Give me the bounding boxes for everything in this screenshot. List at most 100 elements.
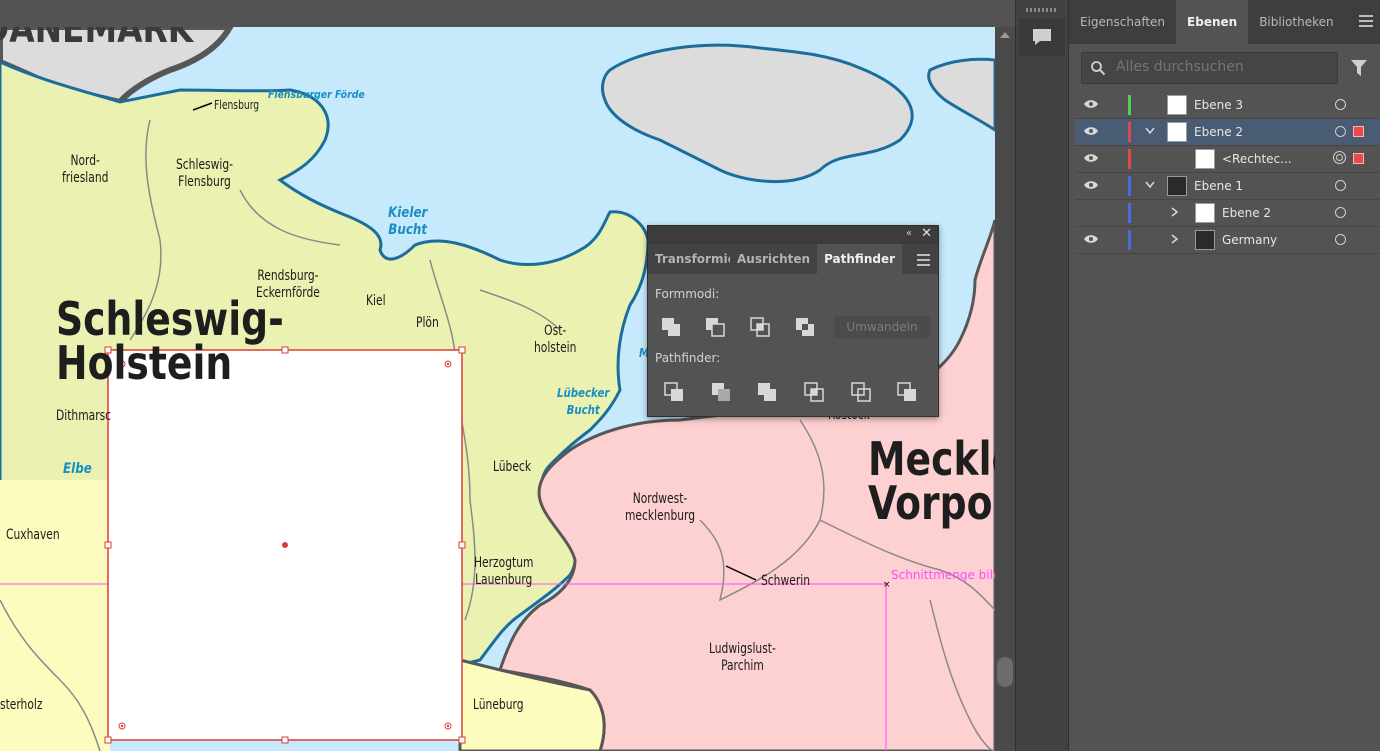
tab-ebenen[interactable]: Ebenen (1176, 0, 1249, 44)
eye-icon[interactable] (1083, 99, 1099, 109)
layer-name[interactable]: Ebene 2 (1194, 125, 1243, 139)
map-label-elbe: Elbe (63, 461, 92, 477)
target-double-circle-icon[interactable] (1333, 151, 1346, 164)
map-label-ostholstein: Ost- holstein (534, 323, 577, 356)
target-circle-icon[interactable] (1335, 234, 1346, 245)
rectangle-center-point (282, 542, 288, 548)
eye-icon[interactable] (1083, 126, 1099, 136)
panel-menu-icon[interactable] (1359, 15, 1373, 30)
divide-icon[interactable] (663, 381, 685, 403)
target-circle-icon[interactable] (1335, 126, 1346, 137)
layer-row[interactable]: <Rechtec... (1075, 146, 1380, 173)
layer-list: Ebene 3 Ebene 2 <Rechtec... Ebene 1 Eben… (1075, 92, 1380, 254)
convert-button[interactable]: Umwandeln (834, 316, 930, 338)
layer-search[interactable] (1081, 52, 1338, 84)
close-icon[interactable]: ✕ (921, 226, 932, 241)
map-label-kieler-bucht: Kieler Bucht (388, 205, 428, 238)
tab-transformieren[interactable]: Transformie (648, 244, 730, 274)
layer-thumbnail (1195, 149, 1215, 169)
minus-back-icon[interactable] (896, 381, 918, 403)
target-circle-icon[interactable] (1335, 180, 1346, 191)
map-label-osterholz: sterholz (0, 697, 43, 713)
strip-grip-icon[interactable] (1026, 8, 1058, 12)
map-label-nordwest: Nordwest- mecklenburg (625, 491, 696, 524)
layer-color-bar (1128, 122, 1131, 142)
map-label-cuxhaven: Cuxhaven (6, 527, 60, 543)
layer-name[interactable]: Ebene 1 (1194, 179, 1243, 193)
target-circle-icon[interactable] (1335, 207, 1346, 218)
selection-indicator[interactable] (1353, 126, 1364, 137)
layer-name[interactable]: Germany (1222, 233, 1277, 247)
map-label-lueneburg: Lüneburg (473, 697, 524, 713)
pathfinder-panel[interactable]: « ✕ Transformie Ausrichten Pathfinder Fo… (647, 225, 939, 417)
layer-thumbnail (1167, 95, 1187, 115)
collapsed-panel-strip (1015, 0, 1068, 751)
map-label-ludwigslust: Ludwigslust- Parchim (709, 641, 776, 674)
map-label-dithmarschen: Dithmarsc (56, 408, 112, 424)
panel-titlebar[interactable]: « ✕ (648, 226, 938, 244)
map-label-luebecker-bucht: Lübecker Bucht (557, 386, 610, 417)
layer-row[interactable]: Ebene 2 (1075, 200, 1380, 227)
search-input[interactable] (1114, 58, 1328, 76)
merge-icon[interactable] (756, 381, 778, 403)
scroll-up-icon[interactable] (1000, 32, 1010, 38)
intersect-icon[interactable] (749, 316, 771, 338)
map-label-daenemark: DÄNEMARK (0, 27, 194, 52)
map-label-kiel: Kiel (366, 293, 386, 309)
layer-color-bar (1128, 230, 1131, 250)
exclude-icon[interactable] (794, 316, 816, 338)
tab-ausrichten[interactable]: Ausrichten (730, 244, 817, 274)
tab-bibliotheken[interactable]: Bibliotheken (1248, 0, 1344, 44)
map-label-schleswig-holstein: Schleswig- Holstein (56, 292, 284, 390)
chevron-down-icon[interactable] (1145, 181, 1155, 189)
tab-eigenschaften[interactable]: Eigenschaften (1069, 0, 1176, 44)
eye-icon[interactable] (1083, 153, 1099, 163)
chevron-right-icon[interactable] (1171, 207, 1179, 217)
map-label-schwerin: Schwerin (761, 573, 810, 589)
layers-panel-tabs: Eigenschaften Ebenen Bibliotheken (1069, 0, 1380, 44)
layer-name[interactable]: Ebene 3 (1194, 98, 1243, 112)
unite-icon[interactable] (660, 316, 682, 338)
layer-color-bar (1128, 176, 1131, 196)
vertical-scrollbar[interactable] (995, 27, 1015, 751)
formmodi-label: Formmodi: (655, 287, 720, 301)
map-region-island (601, 43, 914, 183)
tab-pathfinder[interactable]: Pathfinder (817, 244, 903, 274)
chevron-down-icon[interactable] (1145, 127, 1155, 135)
map-label-flensburg: Flensburg (214, 98, 260, 112)
search-icon (1091, 61, 1106, 76)
eye-icon[interactable] (1083, 234, 1099, 244)
layer-thumbnail (1195, 203, 1215, 223)
filter-icon[interactable] (1351, 60, 1367, 77)
layer-row[interactable]: Ebene 1 (1075, 173, 1380, 200)
document-tab-bar (0, 0, 1010, 27)
map-label-flensburger-foerde: Flensburger Förde (268, 88, 365, 101)
crop-icon[interactable] (803, 381, 825, 403)
trim-icon[interactable] (710, 381, 732, 403)
layer-thumbnail-map (1195, 230, 1215, 250)
scrollbar-thumb[interactable] (997, 657, 1013, 687)
chevron-right-icon[interactable] (1171, 234, 1179, 244)
map-label-ploen: Plön (416, 315, 439, 331)
map-label-nordfriesland: Nord- friesland (62, 153, 109, 186)
artboard-canvas[interactable]: × DÄNEMARK Flensburg Flensburger Förde N… (0, 27, 995, 751)
comments-button[interactable] (1019, 18, 1065, 56)
minus-front-icon[interactable] (704, 316, 726, 338)
selection-indicator[interactable] (1353, 153, 1364, 164)
layer-name[interactable]: <Rechtec... (1222, 152, 1292, 166)
layer-thumbnail (1167, 122, 1187, 142)
target-circle-icon[interactable] (1335, 99, 1346, 110)
layer-name[interactable]: Ebene 2 (1222, 206, 1271, 220)
map-region-island-small (927, 57, 995, 132)
guide-anchor-mark: × (883, 580, 891, 590)
outline-icon[interactable] (850, 381, 872, 403)
layer-row[interactable]: Germany (1075, 227, 1380, 254)
panel-menu-icon[interactable] (917, 254, 930, 266)
layer-row[interactable]: Ebene 2 (1075, 119, 1380, 146)
pathfinder-label: Pathfinder: (655, 351, 721, 365)
layer-row[interactable]: Ebene 3 (1075, 92, 1380, 119)
layer-color-bar (1128, 95, 1131, 115)
collapse-icon[interactable]: « (906, 228, 912, 239)
layers-panel: Eigenschaften Ebenen Bibliotheken Ebene … (1068, 0, 1380, 751)
eye-icon[interactable] (1083, 180, 1099, 190)
